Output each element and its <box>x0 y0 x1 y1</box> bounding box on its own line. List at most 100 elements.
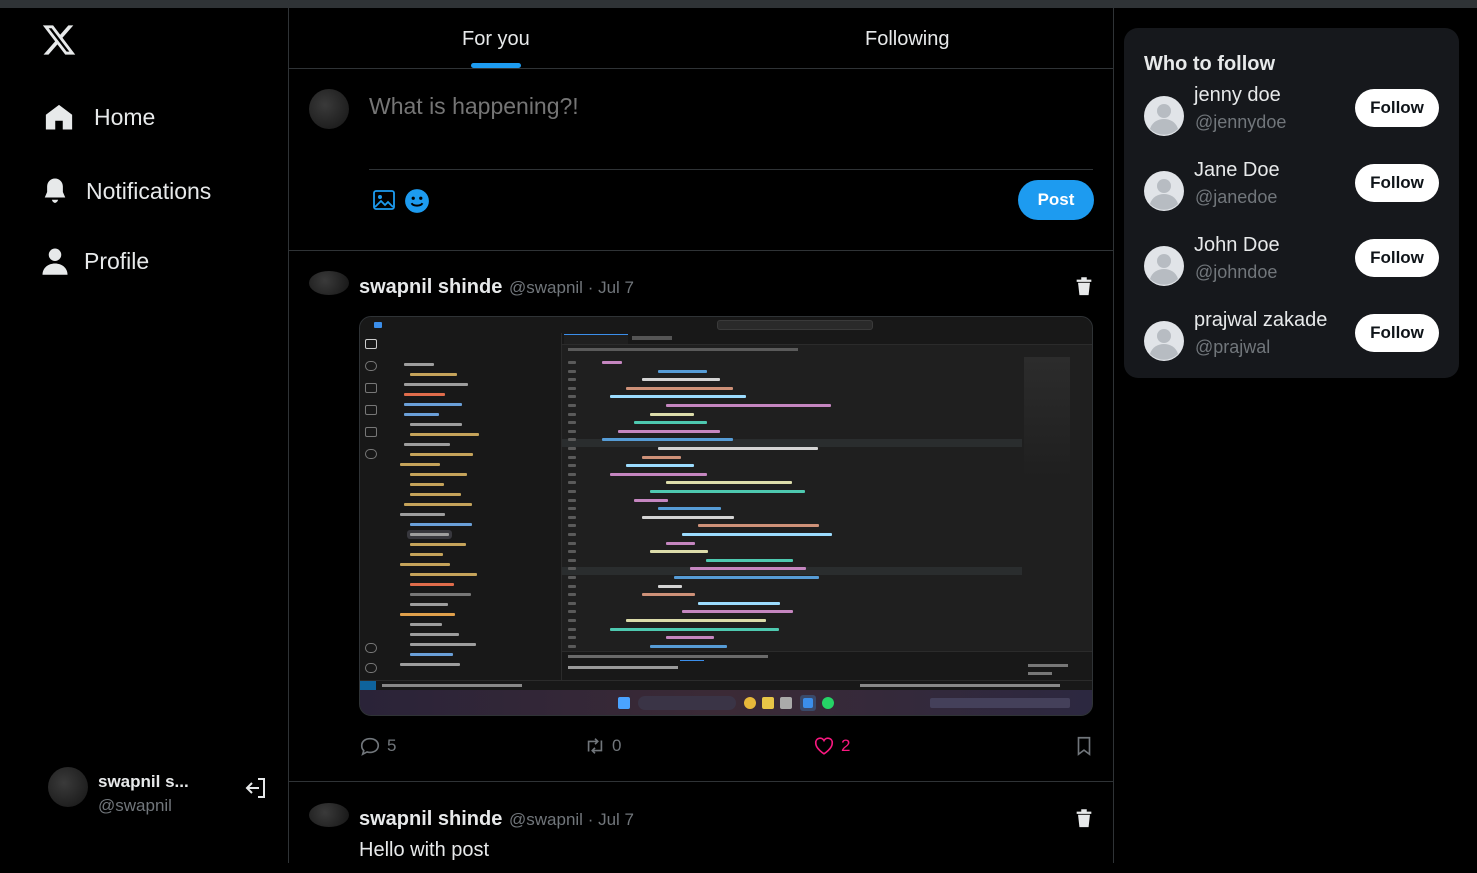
explorer-row <box>410 533 449 536</box>
code-line <box>658 369 707 373</box>
tweet-date[interactable]: Jul 7 <box>598 810 634 829</box>
explorer-row <box>404 503 472 506</box>
nav-home[interactable]: Home <box>44 102 155 132</box>
tweet-handle[interactable]: @swapnil <box>509 278 583 297</box>
code-line-number <box>568 421 576 425</box>
code-line-number <box>568 438 576 442</box>
tweet-author-name[interactable]: swapnil shinde <box>359 276 502 299</box>
vs-terminal-panel <box>562 651 1092 680</box>
follow-button[interactable]: Follow <box>1355 314 1439 352</box>
retweet-button[interactable]: 0 <box>584 735 621 757</box>
image-icon[interactable] <box>372 188 396 212</box>
tweet-date[interactable]: Jul 7 <box>598 278 634 297</box>
tab-following[interactable]: Following <box>865 28 949 51</box>
explorer-row <box>410 653 453 656</box>
compose-input[interactable] <box>369 93 1089 120</box>
code-line <box>642 378 720 382</box>
explorer-row <box>410 623 442 626</box>
code-line <box>602 361 622 364</box>
like-button[interactable]: 2 <box>813 735 850 757</box>
code-line <box>610 627 779 631</box>
explorer-row <box>410 543 466 546</box>
code-line <box>698 524 819 528</box>
explorer-row <box>410 423 462 426</box>
explorer-row <box>410 373 457 376</box>
code-line <box>642 515 734 519</box>
tweet-media-image[interactable] <box>359 316 1093 716</box>
follow-button[interactable]: Follow <box>1355 239 1439 277</box>
follow-button[interactable]: Follow <box>1355 89 1439 127</box>
default-avatar-icon <box>1144 96 1184 136</box>
code-line-number <box>568 584 576 588</box>
code-line-number <box>568 550 576 554</box>
tweet[interactable]: swapnil shinde @swapnil · Jul 7 Hello wi… <box>289 783 1113 873</box>
emoji-icon[interactable] <box>404 188 430 214</box>
tweet[interactable]: swapnil shinde @swapnil · Jul 7 5 0 2 <box>289 251 1113 782</box>
post-composer: Post <box>289 69 1113 251</box>
follow-suggestion[interactable]: jenny doe @jennydoe Follow <box>1144 84 1444 144</box>
code-line-number <box>568 507 576 511</box>
bookmark-button[interactable] <box>1073 735 1095 757</box>
code-line-number <box>568 610 576 614</box>
default-avatar-icon <box>1144 171 1184 211</box>
follow-suggestion[interactable]: John Doe @johndoe Follow <box>1144 234 1444 294</box>
explorer-row <box>410 493 461 496</box>
nav-notifications[interactable]: Notifications <box>40 176 211 206</box>
code-line-number <box>568 464 576 468</box>
default-avatar-icon <box>1144 321 1184 361</box>
trash-icon[interactable] <box>1073 274 1095 298</box>
account-handle: @swapnil <box>98 796 172 815</box>
code-line-number <box>568 412 576 416</box>
tweet-separator: · <box>587 278 599 297</box>
left-sidebar: Home Notifications Profile swapnil s... … <box>0 8 289 863</box>
logout-icon[interactable] <box>244 776 268 800</box>
follow-suggestion[interactable]: Jane Doe @janedoe Follow <box>1144 159 1444 219</box>
trash-icon[interactable] <box>1073 806 1095 830</box>
code-line-number <box>568 593 576 597</box>
explorer-row <box>400 613 455 616</box>
code-line-number <box>568 481 576 485</box>
code-line-number <box>568 644 576 648</box>
code-line-number <box>568 576 576 579</box>
suggestion-handle: @janedoe <box>1195 187 1278 207</box>
code-line <box>610 395 746 399</box>
code-line <box>658 447 818 450</box>
post-button[interactable]: Post <box>1018 180 1094 220</box>
nav-notifications-label: Notifications <box>86 177 212 204</box>
tweet-handle[interactable]: @swapnil <box>509 810 583 829</box>
code-line-number <box>568 636 576 640</box>
vs-status-bar <box>360 680 1092 691</box>
explorer-row <box>404 363 434 366</box>
code-line <box>626 619 766 622</box>
account-switcher[interactable]: swapnil s... @swapnil <box>48 766 273 816</box>
vs-titlebar <box>360 317 1092 333</box>
suggestion-name[interactable]: prajwal zakade <box>1194 309 1327 332</box>
explorer-row <box>410 643 476 646</box>
code-line <box>634 498 668 502</box>
code-line-number <box>568 541 576 545</box>
follow-suggestion[interactable]: prajwal zakade @prajwal Follow <box>1144 309 1444 369</box>
follow-button[interactable]: Follow <box>1355 164 1439 202</box>
code-line-number <box>568 404 576 407</box>
code-line <box>634 421 707 425</box>
explorer-row <box>410 453 473 456</box>
x-logo-icon[interactable] <box>40 22 78 58</box>
explorer-row <box>410 593 471 596</box>
suggestion-name[interactable]: jenny doe <box>1194 84 1281 107</box>
explorer-row <box>410 583 454 586</box>
timeline-tabs: For you Following <box>289 8 1113 69</box>
reply-button[interactable]: 5 <box>359 735 396 757</box>
suggestion-name[interactable]: John Doe <box>1194 234 1280 257</box>
reply-count: 5 <box>387 736 397 755</box>
avatar[interactable] <box>309 803 349 827</box>
code-line-number <box>568 395 576 399</box>
suggestion-name[interactable]: Jane Doe <box>1194 159 1280 182</box>
code-line-number <box>568 498 576 502</box>
avatar[interactable] <box>309 271 349 295</box>
tweet-author-name[interactable]: swapnil shinde <box>359 808 502 831</box>
default-avatar-icon <box>1144 246 1184 286</box>
code-line <box>666 541 695 545</box>
tab-for-you[interactable]: For you <box>462 28 530 51</box>
composer-divider <box>369 169 1093 170</box>
nav-profile[interactable]: Profile <box>40 246 149 276</box>
